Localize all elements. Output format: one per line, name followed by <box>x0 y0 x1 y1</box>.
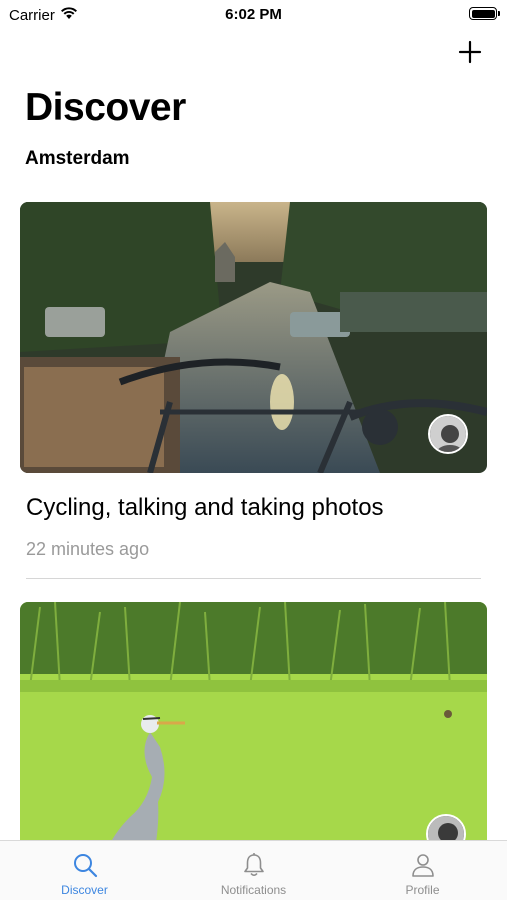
tab-bar: Discover Notifications Profile <box>0 840 507 900</box>
search-icon <box>73 854 97 878</box>
post-title[interactable]: Cycling, talking and taking photos <box>26 494 384 522</box>
person-icon <box>411 854 434 877</box>
battery-icon <box>469 7 500 20</box>
plus-icon <box>458 40 482 64</box>
status-time: 6:02 PM <box>225 6 282 23</box>
location-subtitle: Amsterdam <box>25 148 130 169</box>
post-timestamp: 22 minutes ago <box>26 539 150 559</box>
page-title: Discover <box>25 86 186 129</box>
tab-discover[interactable]: Discover <box>0 841 169 900</box>
tab-label-profile: Profile <box>405 883 440 897</box>
add-button[interactable] <box>457 39 483 65</box>
tab-profile[interactable]: Profile <box>338 841 507 900</box>
post-card[interactable]: Cycling, talking and taking photos 22 mi… <box>20 202 487 579</box>
bell-icon <box>243 853 264 877</box>
tab-label-notifications: Notifications <box>220 883 287 897</box>
post-feed[interactable]: Cycling, talking and taking photos 22 mi… <box>0 200 507 840</box>
status-bar: Carrier 6:02 PM <box>0 0 507 28</box>
tab-notifications[interactable]: Notifications <box>169 841 338 900</box>
post-photo-heron[interactable] <box>20 602 487 840</box>
tab-label-discover: Discover <box>61 883 108 897</box>
post-photo-canal[interactable] <box>20 202 487 473</box>
post-card[interactable] <box>20 602 487 840</box>
author-avatar[interactable] <box>428 414 468 454</box>
post-divider <box>26 578 481 579</box>
